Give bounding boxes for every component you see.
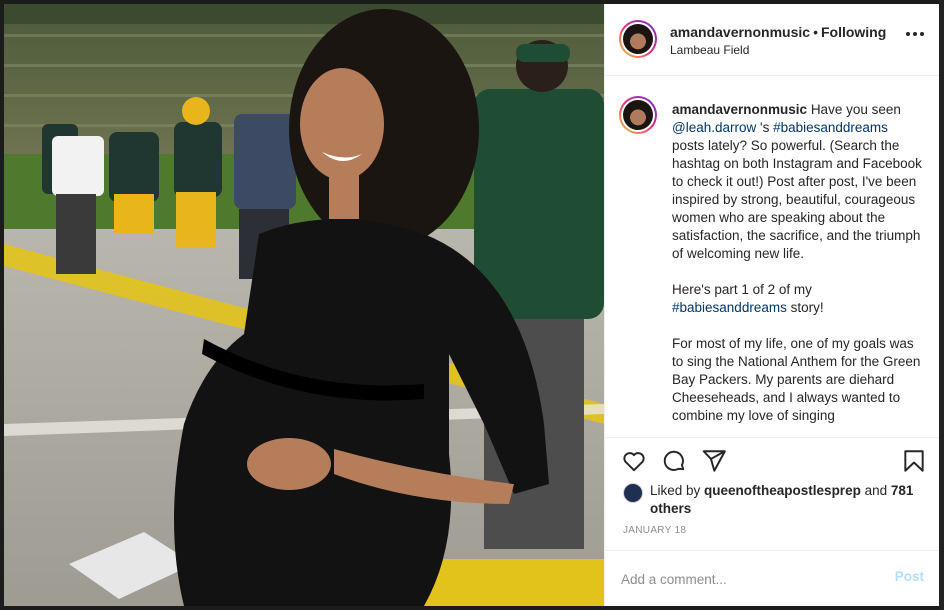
post-photo[interactable]	[4, 4, 604, 606]
likes-prefix: Liked by	[650, 483, 705, 498]
paper-plane-icon[interactable]	[701, 448, 727, 474]
caption-text: Have you seen	[810, 102, 901, 117]
hashtag-link[interactable]: #babiesanddreams	[773, 120, 888, 135]
stadium-photo-image	[4, 4, 604, 606]
page-edge	[939, 0, 944, 610]
liker-username-link[interactable]: queenoftheapostlesprep	[704, 483, 861, 498]
caption-text: 's	[756, 120, 774, 135]
bookmark-icon[interactable]	[901, 448, 927, 474]
caption-paragraph-1: amandavernonmusic Have you seen @leah.da…	[672, 101, 922, 263]
post-actions	[605, 440, 940, 482]
caption-paragraph-2: Here's part 1 of 2 of my #babiesanddream…	[672, 281, 922, 317]
caption-paragraph-3: For most of my life, one of my goals was…	[672, 336, 921, 423]
caption-username-link[interactable]: amandavernonmusic	[672, 102, 807, 117]
caption-text: Here's part 1 of 2 of my	[672, 282, 812, 297]
caption-text: posts lately? So powerful. (Search the h…	[672, 138, 922, 261]
following-button[interactable]: Following	[821, 24, 886, 40]
heart-icon[interactable]	[621, 448, 647, 474]
post-timestamp[interactable]: JANUARY 18	[623, 525, 686, 536]
more-horizontal-icon[interactable]	[906, 32, 924, 38]
post-comment-button[interactable]: Post	[895, 569, 924, 584]
liker-avatar[interactable]	[623, 483, 643, 503]
author-avatar[interactable]	[619, 20, 657, 58]
hashtag-link[interactable]: #babiesanddreams	[672, 300, 787, 315]
caption-scroll-area[interactable]: amandavernonmusic Have you seen @leah.da…	[605, 77, 940, 438]
comment-form: Post	[605, 550, 940, 606]
header-user-line: amandavernonmusic • Following	[670, 24, 886, 40]
caption-text: story!	[786, 300, 824, 315]
likes-middle: and	[860, 483, 891, 498]
caption-author-avatar[interactable]	[619, 96, 657, 134]
likes-text: Liked by queenoftheapostlesprep and 781 …	[650, 482, 920, 518]
author-username-link[interactable]: amandavernonmusic	[670, 24, 810, 40]
comment-input[interactable]	[621, 569, 871, 589]
comment-icon[interactable]	[661, 448, 687, 474]
header-separator: •	[813, 24, 818, 40]
post-caption: amandavernonmusic Have you seen @leah.da…	[672, 101, 922, 437]
post-side-panel: amandavernonmusic • Following Lambeau Fiel…	[604, 4, 940, 606]
mention-link[interactable]: @leah.darrow	[672, 120, 756, 135]
post-header: amandavernonmusic • Following Lambeau Fiel…	[605, 4, 940, 76]
location-link[interactable]: Lambeau Field	[670, 43, 749, 57]
